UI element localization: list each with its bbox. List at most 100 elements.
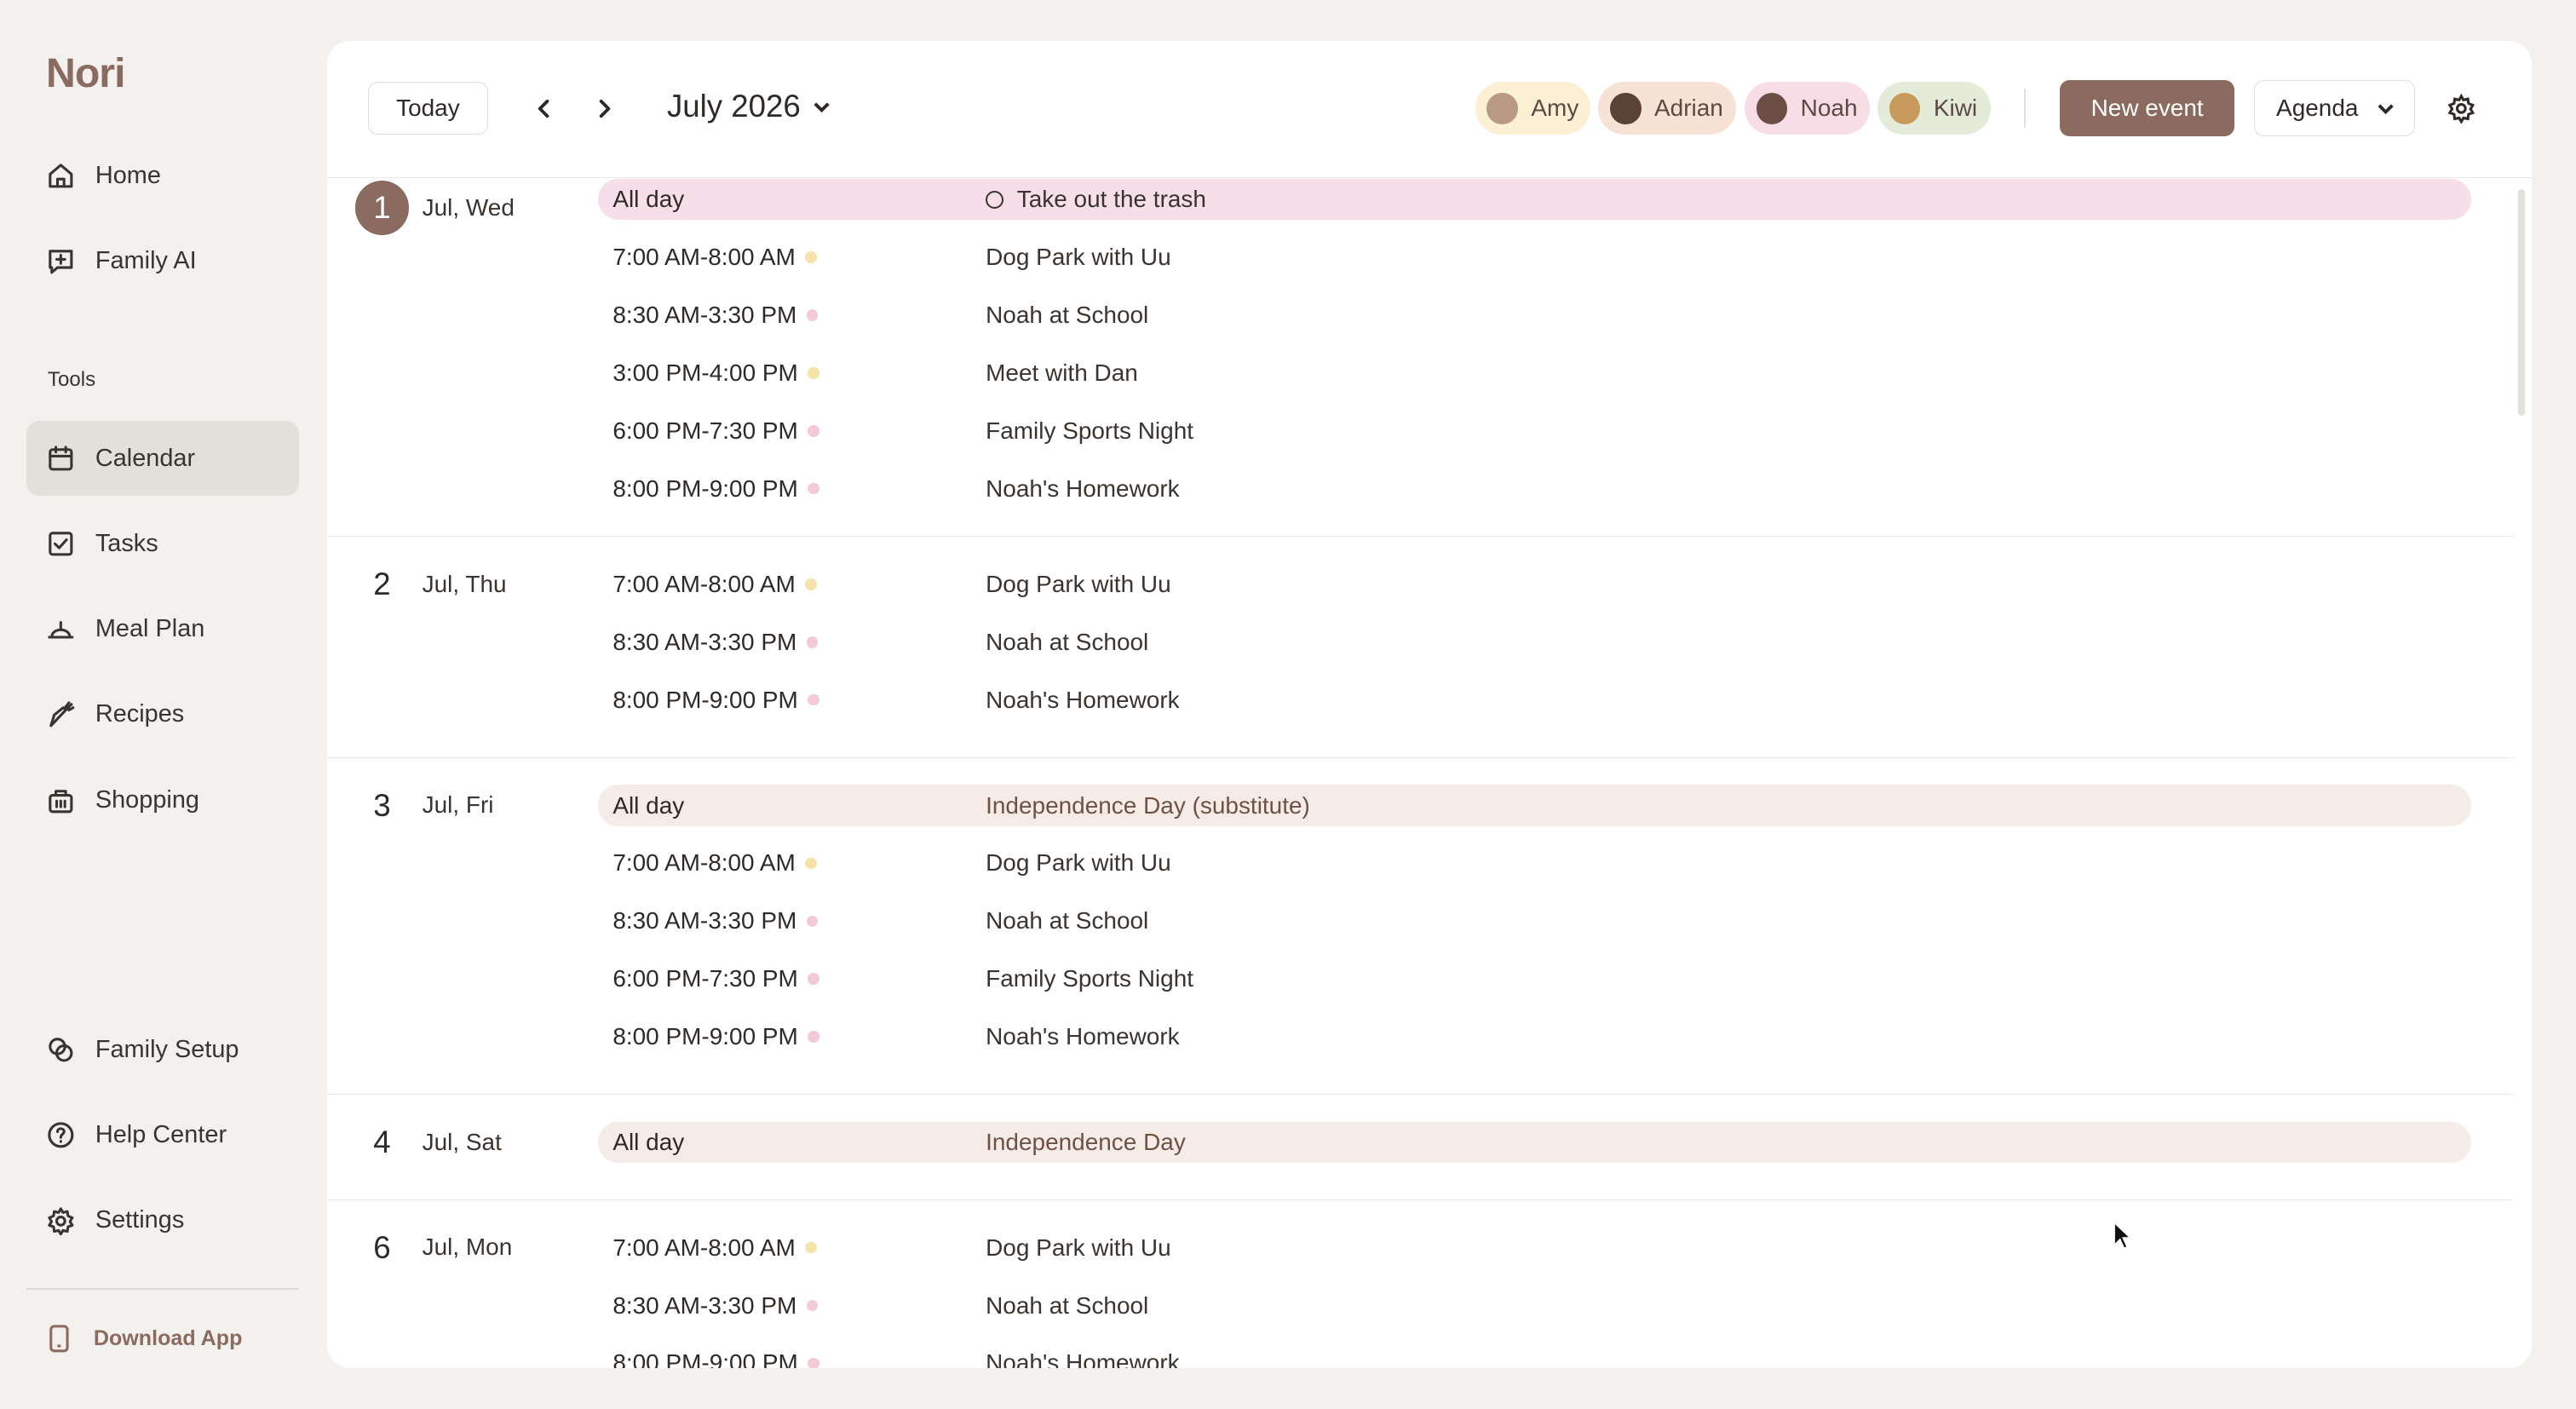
event-row[interactable]: 8:30 AM-3:30 PM Noah at School — [598, 900, 2471, 941]
event-time-label: 7:00 AM-8:00 AM — [612, 244, 796, 271]
event-row[interactable]: 3:00 PM-4:00 PM Meet with Dan — [598, 353, 2471, 394]
sidebar-item-meal-plan[interactable]: Meal Plan — [26, 591, 299, 667]
sidebar-item-shopping[interactable]: Shopping — [26, 762, 299, 838]
chat-sparkle-icon — [46, 246, 76, 276]
event-title: Noah at School — [986, 629, 1148, 656]
sidebar-divider — [26, 1287, 299, 1290]
sidebar-item-help-center[interactable]: Help Center — [26, 1097, 299, 1173]
sidebar-item-family-ai[interactable]: Family AI — [26, 223, 299, 299]
event-title-label: Take out the trash — [1016, 186, 1206, 213]
view-selector[interactable]: Agenda — [2253, 80, 2416, 137]
sidebar: Nori Home Family AI Tools Calendar Tasks… — [0, 0, 327, 1408]
event-title-label: Meet with Dan — [986, 359, 1138, 386]
event-row[interactable]: 7:00 AM-8:00 AM Dog Park with Uu — [598, 1228, 2471, 1268]
day-number[interactable]: 2 — [355, 557, 410, 612]
sidebar-item-settings[interactable]: Settings — [26, 1183, 299, 1259]
event-time-label: 8:30 AM-3:30 PM — [612, 628, 797, 655]
event-time: 3:00 PM-4:00 PM — [612, 359, 819, 387]
help-icon — [46, 1120, 76, 1150]
view-label: Agenda — [2276, 95, 2359, 122]
calendar-panel: Today July 2026 Amy Adrian Noah Kiwi New… — [326, 41, 2532, 1369]
next-month-button[interactable] — [588, 92, 621, 125]
event-row[interactable]: 8:30 AM-3:30 PM Noah at School — [598, 295, 2471, 336]
event-row[interactable]: 7:00 AM-8:00 AM Dog Park with Uu — [598, 237, 2471, 278]
task-checkbox-icon[interactable] — [986, 190, 1004, 209]
event-row[interactable]: 7:00 AM-8:00 AM Dog Park with Uu — [598, 843, 2471, 883]
day-label: Jul, Sat — [422, 1128, 502, 1155]
event-row[interactable]: 8:00 PM-9:00 PM Noah's Homework — [598, 1016, 2471, 1057]
event-title: Independence Day (substitute) — [986, 792, 1310, 820]
event-title-label: Noah at School — [986, 302, 1149, 329]
event-title: Noah at School — [986, 302, 1148, 329]
app-logo[interactable]: Nori — [46, 49, 126, 97]
member-color-dot — [808, 693, 819, 706]
event-title-label: Noah's Homework — [986, 686, 1180, 713]
event-row[interactable]: 8:30 AM-3:30 PM Noah at School — [598, 622, 2471, 663]
event-row[interactable]: 8:00 PM-9:00 PM Noah's Homework — [598, 469, 2471, 509]
carrot-icon — [46, 700, 76, 730]
event-title-label: Noah at School — [986, 907, 1149, 935]
calendar-settings-button[interactable] — [2447, 93, 2476, 124]
avatar — [1756, 92, 1788, 124]
event-title-label: Dog Park with Uu — [986, 849, 1171, 877]
chevron-down-icon — [814, 101, 830, 112]
all-day-event[interactable]: All day Take out the trash — [597, 179, 2471, 221]
member-name: Amy — [1531, 95, 1579, 122]
member-filter-noah[interactable]: Noah — [1745, 82, 1870, 135]
sidebar-item-tasks[interactable]: Tasks — [26, 506, 299, 582]
event-time: 8:00 PM-9:00 PM — [612, 1349, 819, 1369]
event-time-label: 6:00 PM-7:30 PM — [612, 965, 798, 992]
member-name: Noah — [1800, 95, 1858, 122]
event-time-label: 8:00 PM-9:00 PM — [612, 1349, 798, 1369]
new-event-button[interactable]: New event — [2060, 80, 2234, 137]
month-picker[interactable]: July 2026 — [667, 89, 831, 124]
event-title-label: Noah's Homework — [986, 1349, 1180, 1369]
event-row[interactable]: 6:00 PM-7:30 PM Family Sports Night — [598, 958, 2471, 999]
sidebar-item-family-setup[interactable]: Family Setup — [26, 1012, 299, 1088]
day-number[interactable]: 6 — [355, 1221, 410, 1275]
event-row[interactable]: 8:00 PM-9:00 PM Noah's Homework — [598, 680, 2471, 721]
today-button[interactable]: Today — [367, 82, 488, 135]
member-filter-kiwi[interactable]: Kiwi — [1877, 82, 1992, 135]
sidebar-item-label: Calendar — [95, 444, 196, 472]
event-row[interactable]: 7:00 AM-8:00 AM Dog Park with Uu — [598, 564, 2471, 605]
event-time: 7:00 AM-8:00 AM — [612, 244, 817, 271]
event-row[interactable]: 6:00 PM-7:30 PM Family Sports Night — [598, 411, 2471, 451]
event-time: 6:00 PM-7:30 PM — [612, 965, 819, 992]
day-number[interactable]: 1 — [354, 181, 410, 235]
member-filter-adrian[interactable]: Adrian — [1598, 82, 1737, 135]
sidebar-item-recipes[interactable]: Recipes — [26, 677, 299, 753]
event-title: Noah's Homework — [986, 687, 1180, 714]
event-time: All day — [612, 792, 684, 820]
event-title-label: Independence Day — [986, 1128, 1186, 1155]
event-row[interactable]: 8:00 PM-9:00 PM Noah's Homework — [598, 1343, 2471, 1369]
event-title-label: Independence Day (substitute) — [986, 791, 1310, 819]
event-time: 8:00 PM-9:00 PM — [612, 1023, 819, 1050]
month-label: July 2026 — [666, 89, 801, 124]
all-day-event[interactable]: All day Independence Day — [597, 1121, 2471, 1163]
event-time: 8:30 AM-3:30 PM — [612, 628, 819, 656]
member-filter-amy[interactable]: Amy — [1475, 82, 1590, 135]
event-row[interactable]: 8:30 AM-3:30 PM Noah at School — [598, 1285, 2471, 1326]
event-time-label: 8:00 PM-9:00 PM — [612, 1023, 798, 1050]
home-icon — [46, 161, 76, 191]
scrollbar[interactable] — [2518, 188, 2526, 416]
sidebar-item-home[interactable]: Home — [26, 138, 299, 214]
day-number[interactable]: 3 — [355, 779, 410, 833]
agenda-day: 6 Jul, Mon 7:00 AM-8:00 AM Dog Park with Uu… — [327, 1201, 2514, 1369]
member-color-dot — [805, 251, 817, 263]
download-app-link[interactable]: Download App — [46, 1324, 242, 1354]
member-color-dot — [806, 636, 819, 648]
all-day-event[interactable]: All day Independence Day (substitute) — [597, 785, 2471, 826]
event-title-label: Noah at School — [986, 628, 1149, 655]
sidebar-item-calendar[interactable]: Calendar — [26, 420, 299, 497]
event-time: 8:30 AM-3:30 PM — [612, 302, 819, 329]
event-title-label: Noah's Homework — [986, 474, 1180, 502]
event-title: Family Sports Night — [986, 417, 1193, 445]
toolbar-divider — [2023, 89, 2026, 129]
cloche-icon — [46, 614, 76, 644]
previous-month-button[interactable] — [527, 92, 561, 125]
event-time-label: 8:00 PM-9:00 PM — [612, 686, 798, 713]
day-number[interactable]: 4 — [355, 1115, 410, 1170]
gear-icon — [46, 1206, 76, 1236]
